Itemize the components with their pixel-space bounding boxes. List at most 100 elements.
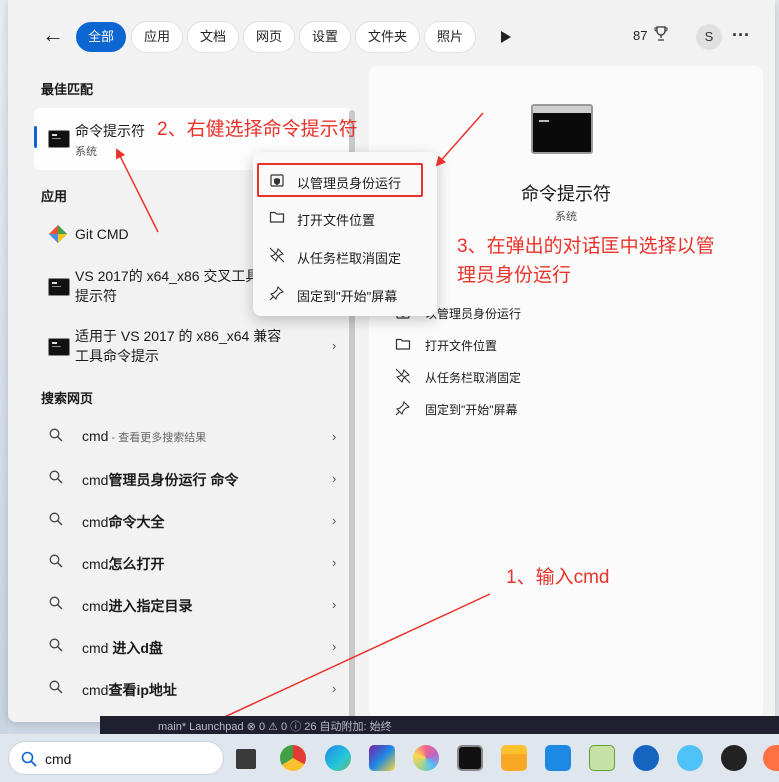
chat-icon[interactable] [677, 745, 703, 771]
search-icon [21, 751, 37, 767]
command-prompt-taskbar-icon[interactable] [457, 745, 483, 771]
qq-icon[interactable] [721, 745, 747, 771]
web-result-text: cmd命令大全 [82, 514, 165, 530]
apps-heading: 应用 [41, 189, 68, 204]
search-flyout: ← 全部 应用 文档 网页 设置 文件夹 照片 87 S ··· 最佳匹配 命令… [8, 0, 775, 722]
web-result-text: cmd查看ip地址 [82, 682, 177, 698]
chevron-right-icon: › [332, 555, 337, 570]
jetbrains-icon[interactable] [369, 745, 395, 771]
unpin-icon [395, 368, 411, 384]
web-result[interactable]: cmd进入指定目录 › [34, 586, 352, 622]
web-search-heading: 搜索网页 [41, 391, 94, 406]
action-label: 以管理员身份运行 [425, 307, 522, 321]
tab-photos[interactable]: 照片 [425, 22, 476, 52]
tab-apps[interactable]: 应用 [132, 22, 183, 52]
annotation-step1: 1、输入cmd [506, 567, 610, 588]
search-icon [49, 680, 63, 694]
app-title: Git CMD [75, 226, 129, 242]
rewards-points: 87 [633, 28, 648, 43]
search-icon [49, 470, 63, 484]
search-icon [49, 638, 63, 652]
web-result[interactable]: cmd 进入d盘 › [34, 628, 352, 664]
best-match-title: 命令提示符 [75, 123, 145, 139]
more-options-icon[interactable]: ··· [731, 24, 751, 50]
preview-unpin-taskbar[interactable]: 从任务栏取消固定 [395, 366, 595, 388]
web-result-text: cmd管理员身份运行 命令 [82, 472, 239, 488]
color-picker-icon[interactable] [413, 745, 439, 771]
web-result[interactable]: cmd - 查看更多搜索结果 › [34, 418, 352, 454]
annotation-highlight-box [257, 163, 423, 197]
best-match-heading: 最佳匹配 [41, 82, 94, 97]
tab-web[interactable]: 网页 [244, 22, 295, 52]
command-prompt-icon [48, 278, 70, 296]
preview-open-file-location[interactable]: 打开文件位置 [395, 334, 595, 356]
web-result-text: cmd - 查看更多搜索结果 [82, 428, 207, 444]
search-icon [49, 596, 63, 610]
search-input[interactable] [45, 749, 205, 769]
web-result[interactable]: cmd命令大全 › [34, 502, 352, 538]
web-result-text: cmd怎么打开 [82, 556, 165, 572]
action-label: 固定到"开始"屏幕 [425, 403, 518, 417]
search-icon [49, 554, 63, 568]
web-result[interactable]: cmd怎么打开 › [34, 544, 352, 580]
taskbar-search-box[interactable] [8, 741, 224, 775]
app-title-line1: 适用于 VS 2017 的 x86_x64 兼容 [75, 328, 282, 344]
back-arrow-icon[interactable]: ← [42, 24, 66, 48]
unpin-icon [269, 247, 285, 263]
command-prompt-icon [48, 130, 70, 148]
tab-all[interactable]: 全部 [76, 22, 127, 52]
app-vs2017-x86-x64-compat[interactable]: 适用于 VS 2017 的 x86_x64 兼容 工具命令提示 › [34, 324, 352, 368]
annotation-step2: 2、右健选择命令提示符 [157, 119, 358, 140]
chevron-right-icon: › [332, 639, 337, 654]
selection-indicator [34, 126, 37, 148]
git-cmd-icon [49, 225, 67, 243]
chrome-icon[interactable] [280, 745, 306, 771]
search-icon [49, 428, 63, 442]
avatar[interactable]: S [696, 24, 722, 50]
app-title-line2: 提示符 [75, 288, 117, 304]
action-label: 从任务栏取消固定 [425, 371, 522, 385]
tab-documents[interactable]: 文档 [188, 22, 239, 52]
context-unpin-taskbar[interactable]: 从任务栏取消固定 [259, 238, 431, 272]
notepad-icon[interactable] [589, 745, 615, 771]
preview-pin-to-start[interactable]: 固定到"开始"屏幕 [395, 398, 595, 420]
trophy-icon[interactable] [654, 26, 668, 42]
pin-icon [395, 400, 411, 416]
folder-icon [269, 211, 285, 223]
filter-bar: ← 全部 应用 文档 网页 设置 文件夹 照片 87 S ··· [8, 0, 775, 70]
chevron-right-icon: › [332, 338, 337, 353]
best-match-subtitle: 系统 [75, 146, 97, 158]
tab-folders[interactable]: 文件夹 [356, 22, 420, 52]
chevron-right-icon: › [332, 471, 337, 486]
app-title-line2: 工具命令提示 [75, 348, 159, 364]
chevron-right-icon: › [332, 597, 337, 612]
edge-icon[interactable] [325, 745, 351, 771]
tab-settings[interactable]: 设置 [300, 22, 351, 52]
more-filters-play-icon[interactable] [498, 27, 514, 47]
context-item-label: 打开文件位置 [297, 213, 376, 228]
pin-icon [269, 285, 285, 301]
action-label: 打开文件位置 [425, 339, 498, 353]
web-result[interactable]: cmd查看ip地址 › [34, 670, 352, 706]
status-strip-text: main* Launchpad ⊗ 0 ⚠ 0 ⓘ 26 自动附加: 始终 [158, 721, 392, 733]
context-open-file-location[interactable]: 打开文件位置 [259, 200, 431, 234]
context-item-label: 从任务栏取消固定 [297, 251, 402, 266]
annotation-step3-line1: 3、在弹出的对话匡中选择以管 [457, 236, 715, 257]
annotation-step3-line2: 理员身份运行 [457, 265, 572, 286]
web-result-text: cmd 进入d盘 [82, 640, 163, 656]
app-title-line1: VS 2017的 x64_x86 交叉工具 [75, 268, 260, 284]
context-pin-to-start[interactable]: 固定到"开始"屏幕 [259, 276, 431, 310]
command-prompt-icon [48, 338, 70, 356]
desktop-background-left [0, 0, 8, 782]
web-result[interactable]: cmd管理员身份运行 命令 › [34, 460, 352, 496]
chevron-right-icon: › [332, 429, 337, 444]
folder-icon [395, 338, 411, 350]
task-view-icon[interactable] [236, 749, 256, 769]
web-result-text: cmd进入指定目录 [82, 598, 193, 614]
file-explorer-icon[interactable] [501, 745, 527, 771]
command-prompt-large-icon [531, 104, 593, 154]
vscode-icon[interactable] [545, 745, 571, 771]
chevron-right-icon: › [332, 681, 337, 696]
browser-icon[interactable] [633, 745, 659, 771]
chevron-right-icon: › [332, 513, 337, 528]
